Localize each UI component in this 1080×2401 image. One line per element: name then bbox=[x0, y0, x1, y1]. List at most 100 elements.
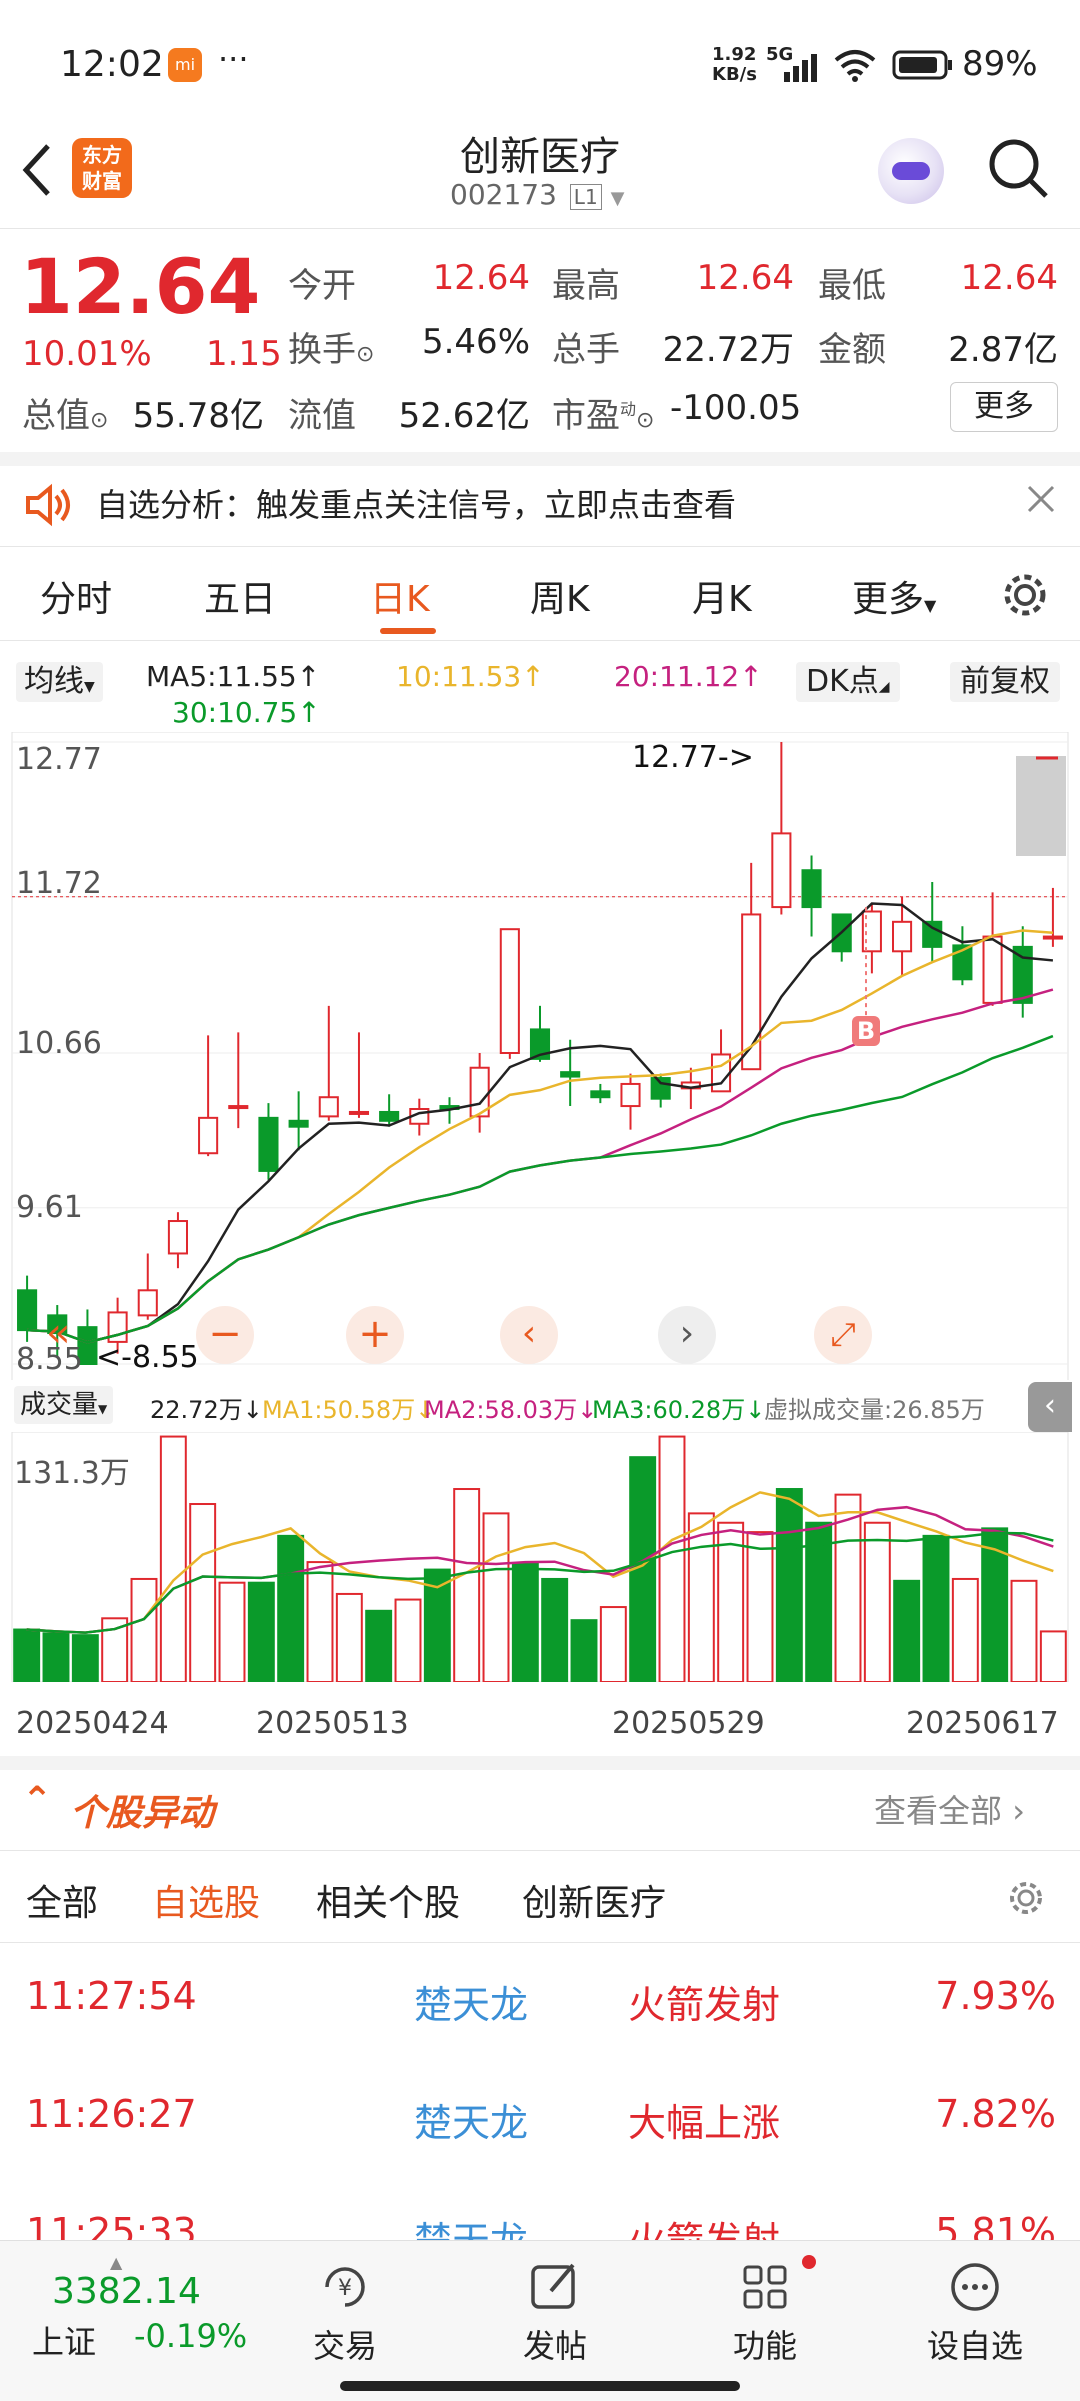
volume-bar bbox=[42, 1632, 70, 1682]
nav-watchlist[interactable]: 设自选 bbox=[910, 2251, 1040, 2371]
scroll-left-button[interactable]: ‹ bbox=[500, 1306, 558, 1364]
ma30-value: 30:10.75↑ bbox=[172, 696, 321, 729]
tab-fenshi[interactable]: 分时 bbox=[40, 570, 112, 622]
battery-text: 89% bbox=[962, 44, 1038, 84]
zoom-in-button[interactable]: + bbox=[346, 1306, 404, 1364]
gear-icon[interactable] bbox=[1000, 570, 1050, 620]
tab-related[interactable]: 相关个股 bbox=[316, 1874, 460, 1926]
more-dots-icon: ··· bbox=[218, 40, 249, 78]
status-time: 12:02 bbox=[60, 44, 164, 85]
event-pct: 7.82% bbox=[935, 2092, 1056, 2136]
mktcap-label[interactable]: 总值⊙ bbox=[22, 388, 108, 437]
candle bbox=[499, 928, 520, 1054]
tab-yuek[interactable]: 月K bbox=[692, 570, 752, 622]
buy-signal-badge[interactable]: B bbox=[852, 1016, 880, 1046]
event-type: 火箭发射 bbox=[628, 1983, 781, 2027]
event-time: 11:27:54 bbox=[26, 1974, 197, 2018]
volume-bar bbox=[453, 1488, 481, 1682]
kline-chart[interactable] bbox=[0, 732, 1080, 1382]
pe-label[interactable]: 市盈动⊙ bbox=[552, 388, 654, 437]
current-price: 12.64 bbox=[20, 242, 261, 331]
list-item[interactable]: 11:25:33 楚天龙 火箭发射 5.81% bbox=[0, 2210, 1080, 2244]
ma-bar: 均线▼ MA5:11.55↑ 10:11.53↑ 20:11.12↑ 30:10… bbox=[0, 650, 1080, 734]
more-button[interactable]: 更多 bbox=[950, 382, 1058, 432]
chevron-up-icon[interactable]: ⌃ bbox=[22, 1780, 52, 1821]
low-label: 最低 bbox=[818, 266, 886, 306]
view-all-link[interactable]: 查看全部 › bbox=[874, 1786, 1025, 1832]
event-time: 11:25:33 bbox=[26, 2210, 197, 2244]
tab-zhouk[interactable]: 周K bbox=[530, 570, 590, 622]
change-amount: 1.15 bbox=[206, 334, 282, 374]
chevron-right-icon: › bbox=[1012, 1792, 1025, 1830]
ma-selector[interactable]: 均线▼ bbox=[16, 662, 103, 702]
volume-chart[interactable] bbox=[0, 1432, 1080, 1682]
tab-wuri[interactable]: 五日 bbox=[204, 570, 276, 622]
mktcap-value: 55.78亿 bbox=[132, 396, 264, 436]
fullscreen-button[interactable]: ⤢ bbox=[814, 1306, 872, 1364]
candle bbox=[198, 1116, 219, 1155]
event-pct: 7.93% bbox=[935, 1974, 1056, 2018]
gear-icon[interactable] bbox=[1006, 1878, 1046, 1918]
volume-bar bbox=[306, 1561, 334, 1682]
close-icon[interactable] bbox=[1026, 484, 1056, 514]
more-circle-icon bbox=[951, 2263, 999, 2311]
index-widget[interactable]: ▲ 3382.14 上证 -0.19% bbox=[20, 2253, 260, 2361]
zoom-out-button[interactable]: − bbox=[196, 1306, 254, 1364]
volume-header: 成交量▼ 22.72万↓ MA1:50.58万↓ MA2:58.03万↓ MA3… bbox=[0, 1380, 1080, 1432]
price-label-2: 11.72 bbox=[16, 866, 102, 901]
volume-selector[interactable]: 成交量▼ bbox=[14, 1386, 114, 1424]
stock-code-row[interactable]: 002173 L1 ▼ bbox=[450, 178, 630, 218]
speed-bottom: KB/s bbox=[712, 64, 757, 85]
fq-button[interactable]: 前复权 bbox=[950, 662, 1060, 702]
level-badge: L1 bbox=[569, 184, 602, 210]
nav-function[interactable]: 功能 bbox=[710, 2251, 820, 2371]
tab-stock[interactable]: 创新医疗 bbox=[522, 1874, 666, 1926]
ma10-value: 10:11.53↑ bbox=[396, 660, 545, 693]
rewind-icon[interactable]: « bbox=[46, 1310, 70, 1356]
anomaly-tabs: 全部 自选股 相关个股 创新医疗 bbox=[0, 1856, 1080, 1940]
brand-logo-line2: 财富 bbox=[82, 169, 122, 193]
notice-bar[interactable]: 自选分析：触发重点关注信号，立即点击查看 bbox=[0, 466, 1080, 546]
list-item[interactable]: 11:27:54 楚天龙 火箭发射 7.93% bbox=[0, 1974, 1080, 2034]
tab-more[interactable]: 更多▼ bbox=[852, 570, 936, 622]
nav-post[interactable]: 发帖 bbox=[500, 2251, 610, 2371]
tab-all[interactable]: 全部 bbox=[26, 1874, 98, 1926]
collapse-panel-button[interactable]: ‹ bbox=[1028, 1382, 1072, 1432]
nav-trade[interactable]: ¥ 交易 bbox=[290, 2251, 400, 2371]
notice-divider bbox=[0, 546, 1080, 547]
event-pct: 5.81% bbox=[935, 2210, 1056, 2244]
price-label-top: 12.77 bbox=[16, 742, 102, 777]
stock-title: 创新医疗 bbox=[460, 134, 620, 180]
header-divider bbox=[0, 228, 1080, 229]
candle bbox=[288, 1119, 309, 1128]
scroll-right-button[interactable]: › bbox=[658, 1306, 716, 1364]
brand-logo-line1: 东方 bbox=[82, 143, 122, 167]
turnover-label[interactable]: 换手⊙ bbox=[288, 322, 374, 371]
volume-bar bbox=[335, 1592, 363, 1682]
volume-bar bbox=[599, 1606, 627, 1682]
info-icon: ⊙ bbox=[90, 408, 109, 433]
volume-bar bbox=[658, 1435, 686, 1682]
change-percent: 10.01% bbox=[22, 334, 152, 374]
anomaly-divider bbox=[0, 1850, 1080, 1851]
candle bbox=[710, 1053, 732, 1093]
bottom-nav: ▲ 3382.14 上证 -0.19% ¥ 交易 发帖 功能 设自选 bbox=[0, 2240, 1080, 2401]
search-icon[interactable] bbox=[986, 136, 1052, 202]
vol-ma3-label: MA3:60.28万↓ bbox=[592, 1396, 766, 1424]
volume-value-label: 22.72万↓ bbox=[150, 1396, 263, 1424]
robot-avatar-icon[interactable] bbox=[878, 138, 944, 204]
speaker-icon bbox=[26, 483, 70, 527]
tab-watchlist[interactable]: 自选股 bbox=[152, 1874, 260, 1926]
dk-button[interactable]: DK点◢ bbox=[796, 662, 900, 702]
volume-bar bbox=[570, 1619, 598, 1682]
list-item[interactable]: 11:26:27 楚天龙 大幅上涨 7.82% bbox=[0, 2092, 1080, 2152]
candle bbox=[348, 1110, 370, 1115]
volume-value: 22.72万 bbox=[662, 330, 794, 370]
tab-rik[interactable]: 日K bbox=[370, 570, 430, 622]
back-arrow-icon[interactable] bbox=[18, 140, 58, 200]
float-label: 流值 bbox=[288, 396, 356, 436]
quote-panel: 12.64 10.01% 1.15 今开 12.64 最高 12.64 最低 1… bbox=[0, 230, 1080, 452]
volume-bar bbox=[218, 1581, 246, 1682]
overlay-scroll-handle bbox=[1016, 756, 1066, 856]
section-divider bbox=[0, 452, 1080, 466]
